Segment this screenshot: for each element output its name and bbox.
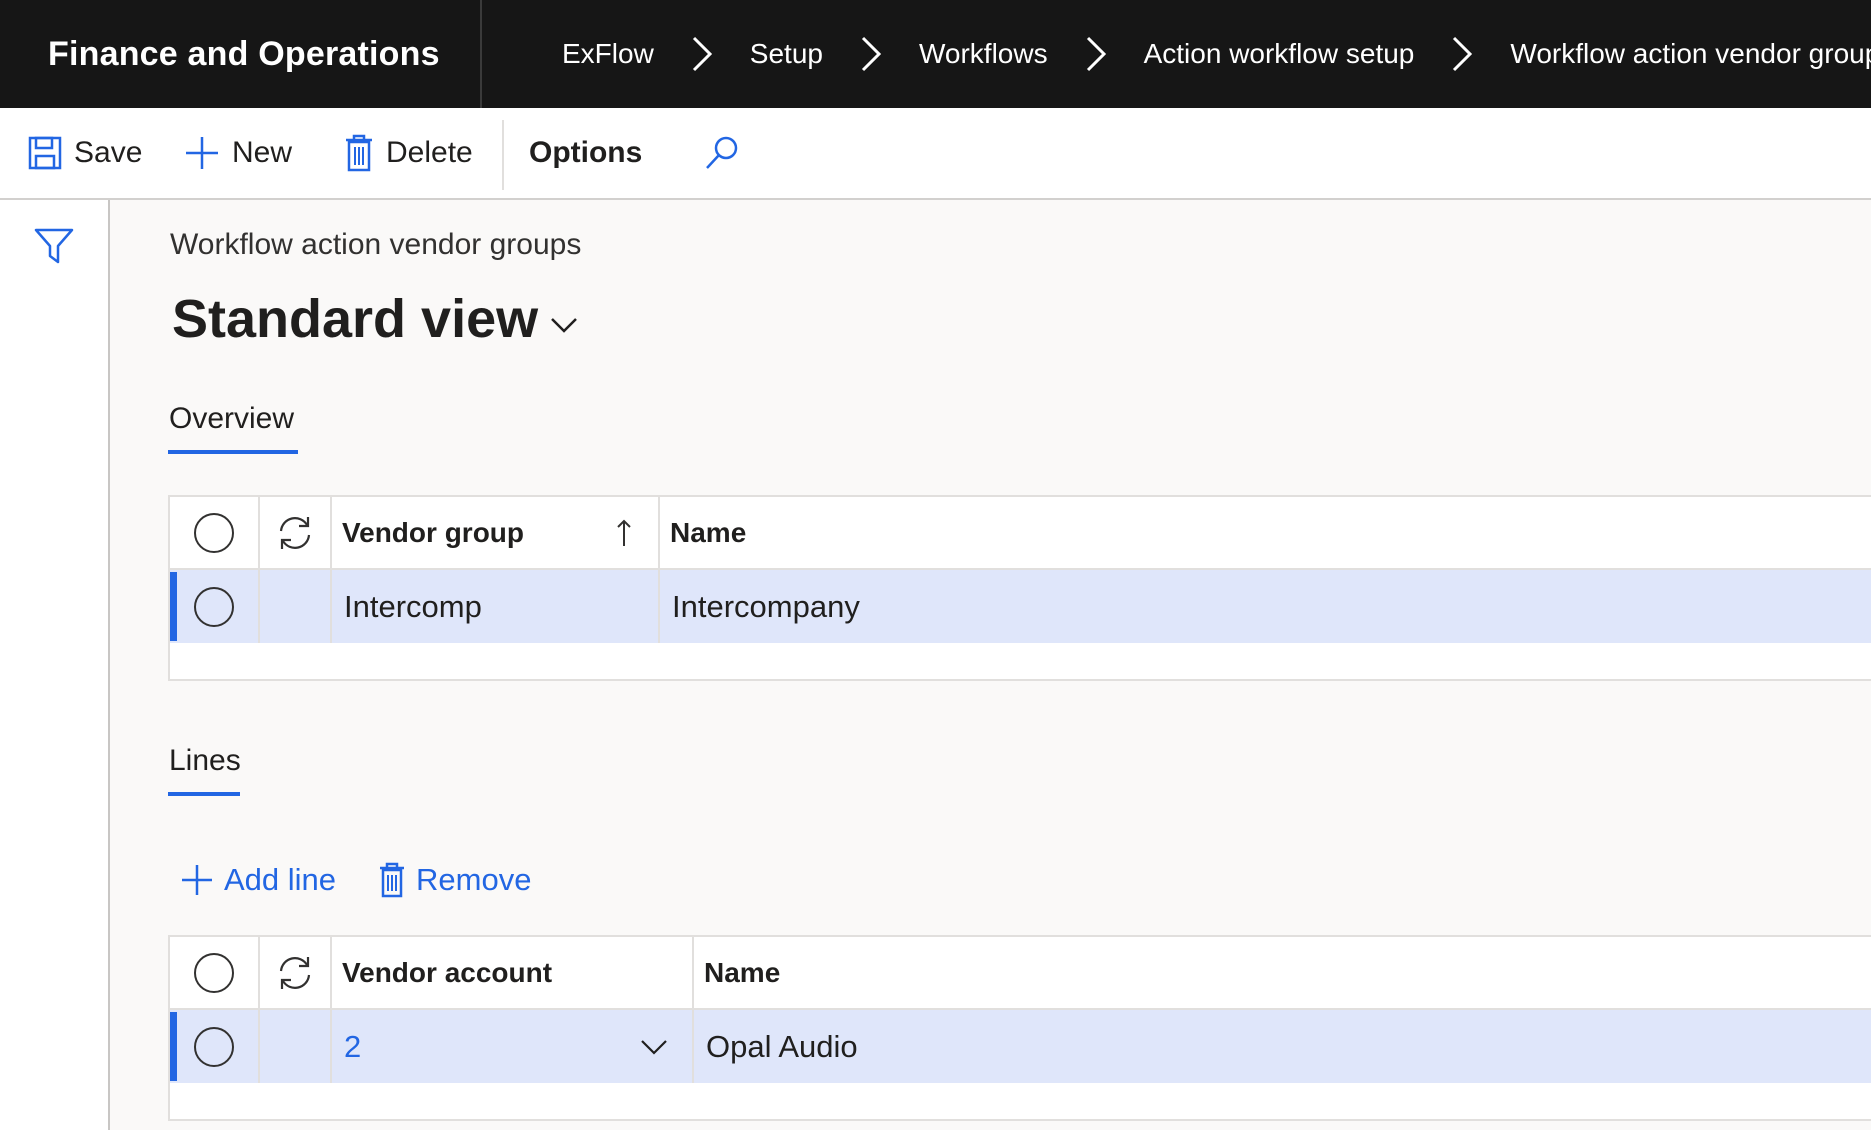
page-caption: Workflow action vendor groups — [170, 228, 582, 261]
delete-label: Delete — [386, 136, 473, 169]
selected-row-indicator — [170, 1012, 177, 1081]
new-button[interactable]: New — [184, 108, 292, 198]
breadcrumb-item-workflows[interactable]: Workflows — [919, 38, 1048, 70]
column-header-name[interactable]: Name — [660, 497, 1871, 568]
chevron-down-icon — [551, 318, 577, 333]
refresh-icon — [279, 956, 311, 989]
column-header-label: Vendor account — [342, 956, 553, 988]
remove-label: Remove — [416, 862, 532, 897]
save-icon — [28, 136, 62, 170]
chevron-right-icon — [1440, 32, 1484, 76]
vendor-account-value[interactable]: 2 — [332, 1029, 361, 1065]
row-select-checkbox[interactable] — [170, 1010, 260, 1083]
grid-empty-area — [170, 1083, 1871, 1119]
save-label: Save — [74, 136, 143, 169]
column-header-vendor-group[interactable]: Vendor group — [332, 497, 660, 568]
overview-grid: Vendor group Name Intercomp Intercompany — [168, 495, 1871, 681]
trash-icon — [346, 134, 372, 172]
vendor-account-dropdown[interactable]: 2 — [332, 1010, 694, 1083]
save-button[interactable]: Save — [28, 108, 142, 198]
column-header-vendor-account[interactable]: Vendor account — [332, 937, 694, 1008]
refresh-button[interactable] — [260, 937, 332, 1008]
plus-icon — [186, 137, 218, 169]
add-line-label: Add line — [224, 862, 337, 897]
topbar-divider — [480, 0, 482, 108]
lines-tab-underline — [168, 792, 240, 796]
select-all-checkbox[interactable] — [170, 937, 260, 1008]
column-header-label: Name — [704, 956, 781, 988]
filter-icon[interactable] — [34, 226, 74, 271]
delete-button[interactable]: Delete — [344, 108, 473, 198]
row-select-circle — [194, 586, 234, 627]
search-button[interactable] — [704, 108, 752, 198]
view-title: Standard view — [172, 289, 539, 349]
vendor-group-value: Intercomp — [344, 588, 482, 624]
options-button[interactable]: Options — [529, 108, 642, 198]
name-cell[interactable]: Opal Audio — [694, 1010, 1871, 1083]
chevron-right-icon — [680, 32, 724, 76]
trash-icon — [380, 862, 404, 898]
new-label: New — [232, 136, 293, 169]
search-icon — [706, 136, 738, 169]
add-line-button[interactable]: Add line — [180, 855, 336, 905]
plus-icon — [182, 865, 212, 895]
name-value: Opal Audio — [706, 1028, 858, 1064]
refresh-button[interactable] — [260, 497, 332, 568]
overview-tab-underline — [168, 450, 298, 454]
chevron-right-icon — [1074, 32, 1118, 76]
sort-ascending-icon — [617, 519, 631, 546]
table-row[interactable]: 2 Opal Audio — [170, 1010, 1871, 1083]
options-label: Options — [529, 136, 643, 169]
selected-row-indicator — [170, 572, 177, 641]
column-header-name[interactable]: Name — [694, 937, 1871, 1008]
top-navigation-bar: Finance and Operations ExFlow Setup Work… — [0, 0, 1871, 108]
remove-button[interactable]: Remove — [378, 855, 531, 905]
lines-tab[interactable]: Lines — [169, 744, 241, 778]
app-title[interactable]: Finance and Operations — [48, 0, 440, 108]
select-all-checkbox[interactable] — [170, 497, 260, 568]
name-value: Intercompany — [672, 588, 860, 624]
name-cell[interactable]: Intercompany — [660, 570, 1871, 643]
breadcrumb-item-workflow-action-vendor-groups[interactable]: Workflow action vendor groups — [1510, 38, 1871, 70]
breadcrumb-item-exflow[interactable]: ExFlow — [562, 38, 654, 70]
chevron-right-icon — [849, 32, 893, 76]
lines-grid-header: Vendor account Name — [170, 937, 1871, 1010]
select-all-circle — [194, 952, 234, 993]
action-pane: Save New Delete Options — [0, 108, 1871, 200]
row-select-circle — [194, 1026, 234, 1067]
overview-grid-header: Vendor group Name — [170, 497, 1871, 570]
breadcrumb: ExFlow Setup Workflows Action workflow s… — [562, 0, 1871, 108]
lines-grid: Vendor account Name 2 Opal Audio — [168, 935, 1871, 1121]
select-all-circle — [194, 512, 234, 553]
column-header-label: Vendor group — [342, 516, 524, 548]
overview-tab[interactable]: Overview — [169, 402, 294, 436]
refresh-icon — [279, 516, 311, 549]
action-divider — [502, 120, 504, 190]
row-select-checkbox[interactable] — [170, 570, 260, 643]
table-row[interactable]: Intercomp Intercompany — [170, 570, 1871, 643]
breadcrumb-item-action-workflow-setup[interactable]: Action workflow setup — [1144, 38, 1415, 70]
row-refresh-cell — [260, 570, 332, 643]
breadcrumb-item-setup[interactable]: Setup — [750, 38, 823, 70]
chevron-down-icon[interactable] — [640, 1038, 668, 1056]
left-rail — [0, 200, 110, 1130]
view-selector[interactable]: Standard view — [172, 288, 578, 350]
grid-empty-area — [170, 643, 1871, 679]
column-header-label: Name — [670, 516, 747, 548]
vendor-group-cell[interactable]: Intercomp — [332, 570, 660, 643]
row-refresh-cell — [260, 1010, 332, 1083]
